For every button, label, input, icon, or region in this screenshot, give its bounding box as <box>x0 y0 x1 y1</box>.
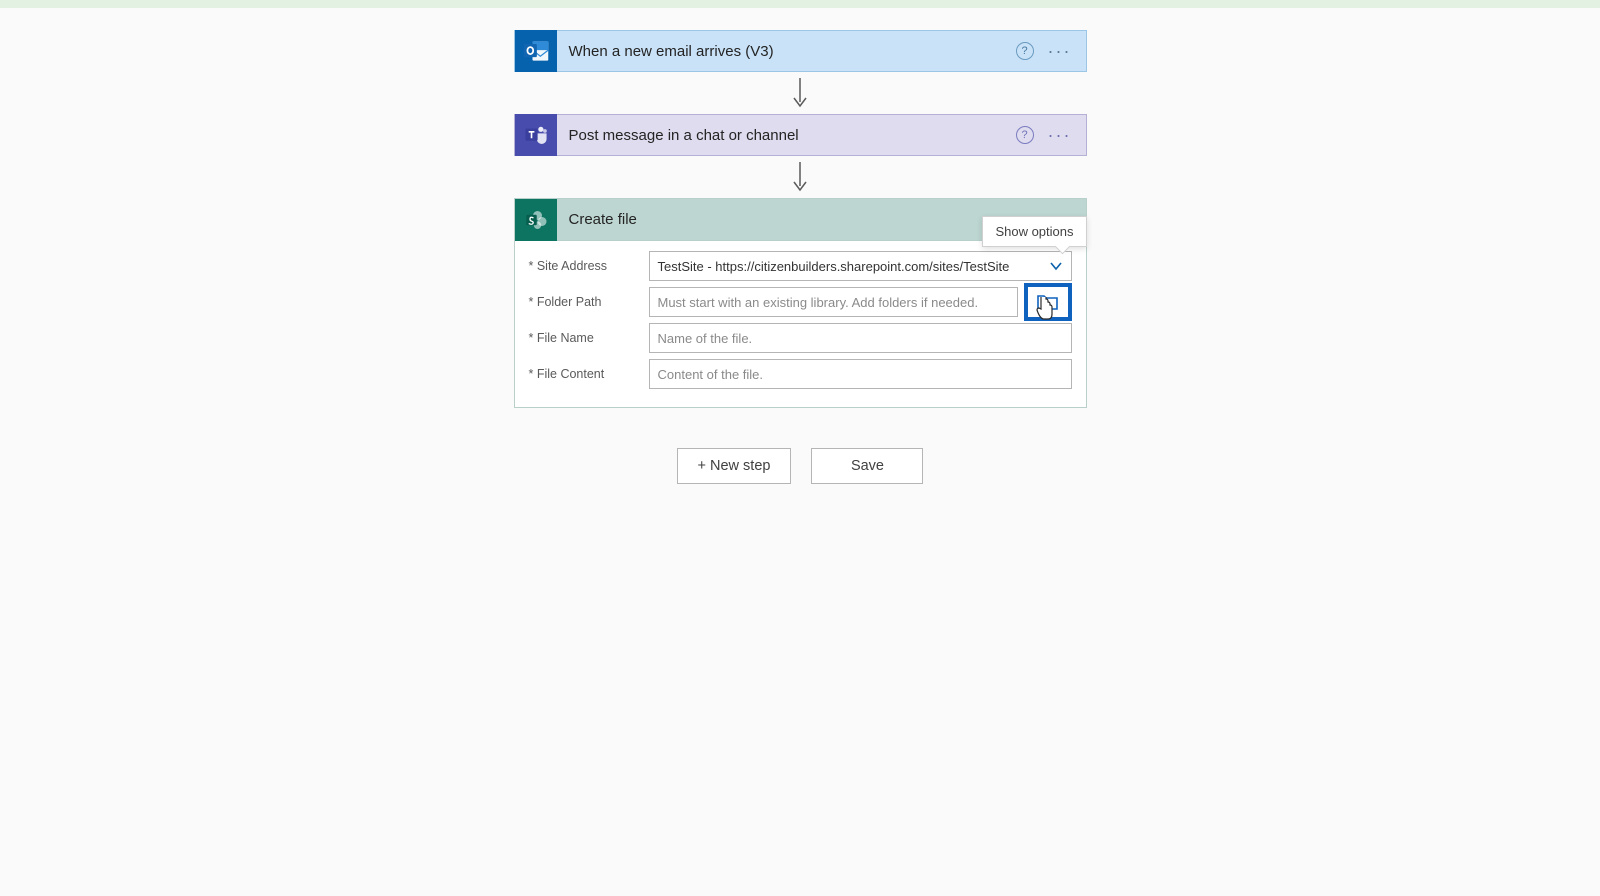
file-content-row: * File Content <box>529 359 1072 389</box>
teams-action-card[interactable]: Post message in a chat or channel ? ··· <box>514 114 1087 156</box>
folder-path-row: * Folder Path <box>529 287 1072 317</box>
show-options-tooltip[interactable]: Show options <box>982 216 1086 247</box>
file-name-row: * File Name <box>529 323 1072 353</box>
site-address-dropdown[interactable]: TestSite - https://citizenbuilders.share… <box>649 251 1072 281</box>
new-step-button[interactable]: + New step <box>677 448 792 484</box>
file-name-input[interactable] <box>649 323 1072 353</box>
teams-icon <box>515 114 557 156</box>
site-address-value: TestSite - https://citizenbuilders.share… <box>658 259 1010 274</box>
folder-path-label: * Folder Path <box>529 295 649 309</box>
top-banner-strip <box>0 0 1600 8</box>
sharepoint-icon <box>515 199 557 241</box>
help-icon[interactable]: ? <box>1016 42 1034 60</box>
folder-picker-button[interactable] <box>1024 283 1072 321</box>
file-content-label: * File Content <box>529 367 649 381</box>
connector-arrow <box>790 160 810 194</box>
save-button[interactable]: Save <box>811 448 923 484</box>
trigger-title: When a new email arrives (V3) <box>557 43 1016 60</box>
trigger-card[interactable]: When a new email arrives (V3) ? ··· <box>514 30 1087 72</box>
create-file-card: Show options Create file * Site Address <box>514 198 1087 408</box>
chevron-down-icon <box>1049 259 1063 273</box>
help-icon[interactable]: ? <box>1016 126 1034 144</box>
footer-actions: + New step Save <box>677 448 924 484</box>
teams-action-title: Post message in a chat or channel <box>557 127 1016 144</box>
more-menu-icon[interactable]: ··· <box>1048 126 1072 144</box>
flow-canvas: When a new email arrives (V3) ? ··· Post… <box>0 8 1600 484</box>
site-address-row: * Site Address TestSite - https://citize… <box>529 251 1072 281</box>
more-menu-icon[interactable]: ··· <box>1048 42 1072 60</box>
site-address-label: * Site Address <box>529 259 649 273</box>
file-content-input[interactable] <box>649 359 1072 389</box>
folder-path-input[interactable] <box>649 287 1018 317</box>
file-name-label: * File Name <box>529 331 649 345</box>
outlook-icon <box>515 30 557 72</box>
connector-arrow <box>790 76 810 110</box>
